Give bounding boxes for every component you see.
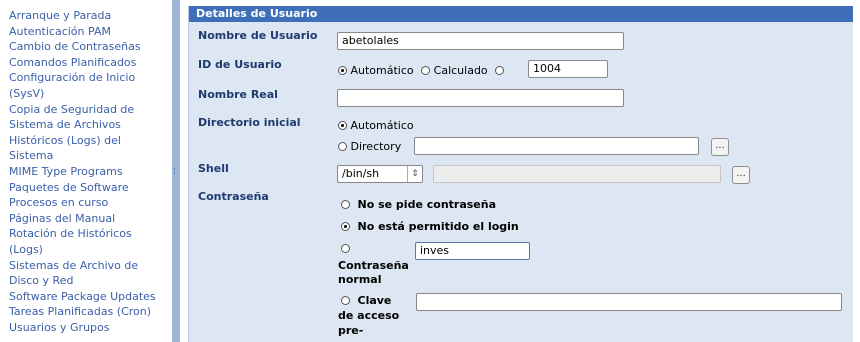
uid-input[interactable]: 1004 bbox=[528, 60, 608, 78]
shell-select-value: /bin/sh bbox=[342, 167, 380, 180]
homedir-browse-button[interactable]: ... bbox=[711, 138, 729, 156]
panel-title: Detalles de Usuario bbox=[189, 6, 853, 22]
pw-pre-radio[interactable] bbox=[341, 296, 350, 305]
sidebar-item-tareas-cron[interactable]: Tareas Planificadas (Cron) bbox=[0, 304, 168, 320]
username-input[interactable]: abetolales bbox=[337, 32, 624, 50]
pw-pre-label-1: Clave bbox=[357, 294, 392, 307]
sidebar-item-config-inicio[interactable]: Configuración de Inicio bbox=[0, 70, 168, 86]
pw-none-label: No se pide contraseña bbox=[357, 198, 497, 211]
shell-select[interactable]: /bin/sh ⇕ bbox=[337, 165, 423, 183]
shell-label: Shell bbox=[198, 162, 229, 175]
pw-none-option: No se pide contraseña bbox=[341, 198, 496, 211]
pw-pre-label-2: de acceso bbox=[338, 309, 400, 322]
homedir-dir-label: Directory bbox=[350, 140, 402, 153]
sidebar: Arranque y Parada Autenticación PAM Camb… bbox=[0, 0, 172, 342]
pw-normal-label-2: normal bbox=[338, 273, 382, 286]
homedir-auto-radio[interactable] bbox=[338, 121, 347, 130]
sidebar-item-sistemas-archivo[interactable]: Sistemas de Archivo de bbox=[0, 258, 168, 274]
sidebar-item-mime[interactable]: MIME Type Programs bbox=[0, 164, 168, 180]
uid-options: Automático Calculado bbox=[338, 64, 505, 77]
username-label: Nombre de Usuario bbox=[198, 29, 318, 42]
uid-calc-radio[interactable] bbox=[421, 66, 431, 75]
homedir-input[interactable] bbox=[414, 137, 699, 155]
homedir-auto-option: Automático bbox=[338, 119, 414, 132]
sidebar-item-sistemas-archivo-cont[interactable]: Disco y Red bbox=[0, 273, 168, 289]
pw-normal-label-1: Contraseña bbox=[338, 259, 409, 272]
homedir-auto-label: Automático bbox=[350, 119, 414, 132]
uid-calc-label: Calculado bbox=[433, 64, 488, 77]
sidebar-item-config-inicio-cont[interactable]: (SysV) bbox=[0, 86, 168, 102]
sidebar-item-rotacion[interactable]: Rotación de Históricos bbox=[0, 226, 168, 242]
sidebar-item-historicos[interactable]: Históricos (Logs) del bbox=[0, 133, 168, 149]
pw-normal-option bbox=[341, 242, 350, 255]
pw-nologin-radio[interactable] bbox=[341, 222, 350, 231]
pw-nologin-label: No está permitido el login bbox=[357, 220, 519, 233]
chevron-updown-icon: ⇕ bbox=[407, 166, 422, 182]
sidebar-item-manual[interactable]: Páginas del Manual bbox=[0, 211, 168, 227]
uid-auto-radio[interactable] bbox=[338, 66, 347, 75]
pw-none-radio[interactable] bbox=[341, 200, 350, 209]
uid-manual-radio[interactable] bbox=[495, 66, 505, 75]
sidebar-item-pam[interactable]: Autenticación PAM bbox=[0, 24, 168, 40]
sidebar-item-procesos[interactable]: Procesos en curso bbox=[0, 195, 168, 211]
homedir-dir-option: Directory bbox=[338, 140, 401, 153]
sidebar-item-usuarios-grupos[interactable]: Usuarios y Grupos bbox=[0, 320, 168, 336]
pw-normal-radio[interactable] bbox=[341, 244, 350, 253]
pw-pre-input[interactable] bbox=[416, 293, 842, 311]
shell-other-input bbox=[433, 165, 721, 183]
sidebar-item-software-updates[interactable]: Software Package Updates bbox=[0, 289, 168, 305]
frame-splitter[interactable]: ⁞ bbox=[172, 0, 180, 342]
realname-input[interactable] bbox=[337, 89, 624, 107]
shell-browse-button[interactable]: ... bbox=[732, 166, 750, 184]
pw-pre-label-3: pre- bbox=[338, 324, 364, 337]
gutter bbox=[180, 0, 188, 342]
sidebar-menu: Arranque y Parada Autenticación PAM Camb… bbox=[0, 8, 168, 335]
grip-icon: ⁞ bbox=[173, 167, 176, 177]
uid-label: ID de Usuario bbox=[198, 58, 282, 71]
pw-normal-input[interactable]: inves bbox=[415, 242, 530, 260]
sidebar-item-cambio-contrasenas[interactable]: Cambio de Contraseñas bbox=[0, 39, 168, 55]
sidebar-item-rotacion-cont[interactable]: (Logs) bbox=[0, 242, 168, 258]
sidebar-item-historicos-cont[interactable]: Sistema bbox=[0, 148, 168, 164]
homedir-dir-radio[interactable] bbox=[338, 142, 347, 151]
sidebar-item-copia-seguridad-cont[interactable]: Sistema de Archivos bbox=[0, 117, 168, 133]
realname-label: Nombre Real bbox=[198, 88, 278, 101]
sidebar-item-comandos[interactable]: Comandos Planificados bbox=[0, 55, 168, 71]
sidebar-item-arranque[interactable]: Arranque y Parada bbox=[0, 8, 168, 24]
user-details-panel: Detalles de Usuario Nombre de Usuario ab… bbox=[188, 6, 853, 342]
pw-pre-option: Clave bbox=[341, 294, 391, 307]
pw-nologin-option: No está permitido el login bbox=[341, 220, 519, 233]
password-label: Contraseña bbox=[198, 190, 269, 203]
uid-auto-label: Automático bbox=[350, 64, 414, 77]
sidebar-item-paquetes[interactable]: Paquetes de Software bbox=[0, 180, 168, 196]
sidebar-item-copia-seguridad[interactable]: Copia de Seguridad de bbox=[0, 102, 168, 118]
homedir-label: Directorio inicial bbox=[198, 116, 301, 129]
